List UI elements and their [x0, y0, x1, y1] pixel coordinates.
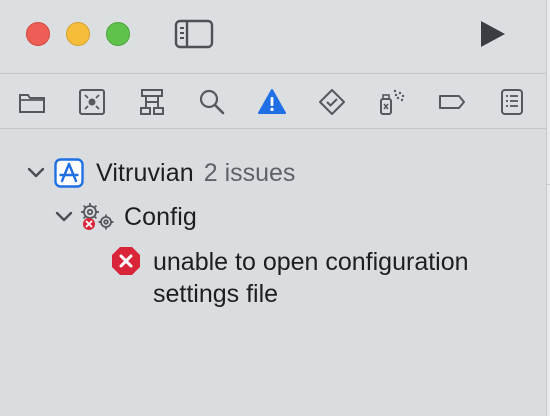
report-icon — [501, 89, 523, 115]
config-group-row[interactable]: Config — [54, 201, 197, 233]
app-project-icon — [54, 158, 84, 188]
tab-issue-navigator[interactable] — [258, 88, 286, 116]
search-icon — [199, 89, 225, 115]
tab-find-navigator[interactable] — [198, 88, 226, 116]
chevron-down-icon[interactable] — [26, 163, 46, 183]
minimize-window-button[interactable] — [66, 22, 90, 46]
close-window-button[interactable] — [26, 22, 50, 46]
edge-tick — [546, 184, 550, 185]
tab-project-navigator[interactable] — [18, 88, 46, 116]
folder-icon — [19, 94, 45, 113]
project-name: Vitruvian — [96, 158, 194, 187]
sidebar-toggle-button[interactable] — [174, 18, 214, 50]
tab-report-navigator[interactable] — [498, 88, 526, 116]
source-control-icon — [79, 89, 105, 115]
config-group-name: Config — [124, 202, 197, 231]
gear-error-icon — [81, 203, 114, 230]
warning-icon — [258, 89, 286, 114]
hierarchy-icon — [140, 89, 164, 115]
tab-breakpoint-navigator[interactable] — [438, 88, 466, 116]
error-icon — [112, 247, 140, 275]
title-bar — [0, 0, 550, 72]
tab-symbol-navigator[interactable] — [138, 88, 166, 116]
debug-icon — [380, 89, 405, 115]
tab-test-navigator[interactable] — [318, 88, 346, 116]
window-edge — [546, 0, 550, 416]
project-row[interactable]: Vitruvian 2 issues — [26, 157, 295, 189]
navigator-tab-bar — [0, 74, 550, 128]
test-icon — [319, 89, 345, 115]
breakpoint-icon — [439, 95, 465, 109]
tab-debug-navigator[interactable] — [378, 88, 406, 116]
run-button[interactable] — [476, 18, 508, 50]
sidebar-toggle-icon — [174, 19, 214, 49]
play-icon — [481, 21, 505, 47]
issue-count-label: 2 issues — [203, 158, 296, 187]
error-message: unable to open configuration settings fi… — [153, 248, 469, 308]
tab-source-control-navigator[interactable] — [78, 88, 106, 116]
chevron-down-icon[interactable] — [54, 207, 74, 227]
zoom-window-button[interactable] — [106, 22, 130, 46]
